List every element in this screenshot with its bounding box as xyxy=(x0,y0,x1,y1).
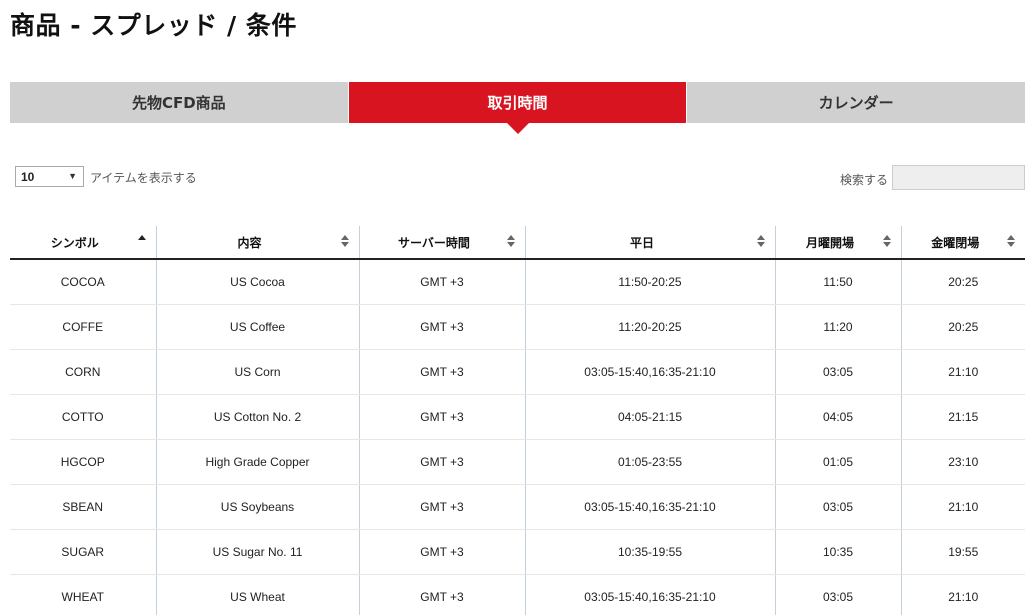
table-cell: US Coffee xyxy=(155,304,359,350)
sort-icon xyxy=(506,235,515,249)
column-header[interactable]: サーバー時間 xyxy=(358,226,525,260)
table-cell: 03:05 xyxy=(774,349,901,395)
table-row: COTTO US Cotton No. 2 GMT +3 04:05-21:15 04:… xyxy=(10,394,1025,440)
table-cell: 10:35 xyxy=(774,529,901,575)
table-row: HGCOP High Grade Copper GMT +3 01:05-23:55 0… xyxy=(10,439,1025,485)
table-cell: WHEAT xyxy=(10,574,156,615)
chevron-down-icon: ▼ xyxy=(68,171,77,181)
table-cell: 11:20-20:25 xyxy=(524,304,775,350)
table-cell: US Sugar No. 11 xyxy=(155,529,359,575)
sort-ascending-icon xyxy=(137,235,146,249)
page-length-select[interactable]: 10 ▼ xyxy=(15,166,84,187)
table-cell: GMT +3 xyxy=(358,529,525,575)
table-row: COFFE US Coffee GMT +3 11:20-20:25 11:20 20:2… xyxy=(10,304,1025,350)
column-header-label: 月曜開場 xyxy=(805,235,854,250)
page-title: 商品 - スプレッド / 条件 xyxy=(10,11,297,40)
table-cell: GMT +3 xyxy=(358,349,525,395)
table-cell: 01:05 xyxy=(774,439,901,485)
table-cell: US Corn xyxy=(155,349,359,395)
table-cell: COFFE xyxy=(10,304,156,350)
table-cell: 23:10 xyxy=(900,439,1025,485)
table-cell: 20:25 xyxy=(900,304,1025,350)
table-row: COCOA US Cocoa GMT +3 11:50-20:25 11:50 20:25 xyxy=(10,259,1025,305)
tab-calendar[interactable]: カレンダー xyxy=(686,82,1026,123)
table-cell: US Wheat xyxy=(155,574,359,615)
column-header[interactable]: 月曜開場 xyxy=(774,226,901,260)
table-cell: 03:05 xyxy=(774,484,901,530)
column-header-label: シンボル xyxy=(50,235,99,250)
table-cell: 03:05 xyxy=(774,574,901,615)
column-header-label: サーバー時間 xyxy=(398,235,470,250)
table-cell: COTTO xyxy=(10,394,156,440)
table-row: WHEAT US Wheat GMT +3 03:05-15:40,16:35-21:… xyxy=(10,574,1025,615)
table-cell: US Cocoa xyxy=(155,259,359,305)
table-row: SUGAR US Sugar No. 11 GMT +3 10:35-19:55 10:… xyxy=(10,529,1025,575)
column-header[interactable]: 金曜閉場 xyxy=(900,226,1025,260)
column-header[interactable]: 内容 xyxy=(155,226,359,260)
table-row: SBEAN US Soybeans GMT +3 03:05-15:40,16:35-… xyxy=(10,484,1025,530)
tab-futures-cfd[interactable]: 先物CFD商品 xyxy=(10,82,348,123)
table-cell: GMT +3 xyxy=(358,484,525,530)
table-cell: 21:15 xyxy=(900,394,1025,440)
table-cell: 03:05-15:40,16:35-21:10 xyxy=(524,349,775,395)
table-cell: 03:05-15:40,16:35-21:10 xyxy=(524,574,775,615)
table-cell: 11:50 xyxy=(774,259,901,305)
search-label: 検索する xyxy=(840,173,889,187)
page-length-label: アイテムを表示する xyxy=(90,171,197,185)
table-cell: CORN xyxy=(10,349,156,395)
table-cell: GMT +3 xyxy=(358,304,525,350)
column-header-label: 金曜閉場 xyxy=(931,235,980,250)
sort-icon xyxy=(340,235,349,249)
table-cell: 10:35-19:55 xyxy=(524,529,775,575)
table-body: COCOA US Cocoa GMT +3 11:50-20:25 11:50 20:25… xyxy=(10,259,1025,615)
search-input[interactable] xyxy=(892,165,1025,190)
table-cell: GMT +3 xyxy=(358,259,525,305)
table-cell: 21:10 xyxy=(900,484,1025,530)
table-cell: SUGAR xyxy=(10,529,156,575)
table-cell: GMT +3 xyxy=(358,439,525,485)
column-header[interactable]: 平日 xyxy=(524,226,775,260)
sort-icon xyxy=(1007,235,1015,249)
trading-hours-table: シンボル 内容 サーバー時間 平日 月曜開場 金曜閉場 COCOA US Cocoa GMT … xyxy=(10,226,1025,615)
table-cell: GMT +3 xyxy=(358,394,525,440)
table-cell: High Grade Copper xyxy=(155,439,359,485)
sort-icon xyxy=(882,235,891,249)
table-cell: 11:50-20:25 xyxy=(524,259,775,305)
table-cell: US Cotton No. 2 xyxy=(155,394,359,440)
table-cell: COCOA xyxy=(10,259,156,305)
table-cell: 21:10 xyxy=(900,349,1025,395)
table-cell: GMT +3 xyxy=(358,574,525,615)
table-cell: 21:10 xyxy=(900,574,1025,615)
table-cell: US Soybeans xyxy=(155,484,359,530)
column-header[interactable]: シンボル xyxy=(10,226,156,260)
page-length-value: 10 xyxy=(21,169,35,184)
table-cell: HGCOP xyxy=(10,439,156,485)
tab-bar: 先物CFD商品 取引時間 カレンダー xyxy=(10,82,1026,134)
table-cell: 11:20 xyxy=(774,304,901,350)
table-cell: 19:55 xyxy=(900,529,1025,575)
table-cell: SBEAN xyxy=(10,484,156,530)
table-cell: 20:25 xyxy=(900,259,1025,305)
table-header-row: シンボル 内容 サーバー時間 平日 月曜開場 金曜閉場 xyxy=(10,226,1025,260)
table-row: CORN US Corn GMT +3 03:05-15:40,16:35-21:10… xyxy=(10,349,1025,395)
table-cell: 03:05-15:40,16:35-21:10 xyxy=(524,484,775,530)
column-header-label: 平日 xyxy=(629,235,654,250)
tab-trading-hours[interactable]: 取引時間 xyxy=(347,82,687,134)
column-header-label: 内容 xyxy=(237,235,262,250)
table-cell: 01:05-23:55 xyxy=(524,439,775,485)
table-cell: 04:05-21:15 xyxy=(524,394,775,440)
table-cell: 04:05 xyxy=(774,394,901,440)
sort-icon xyxy=(756,235,765,249)
